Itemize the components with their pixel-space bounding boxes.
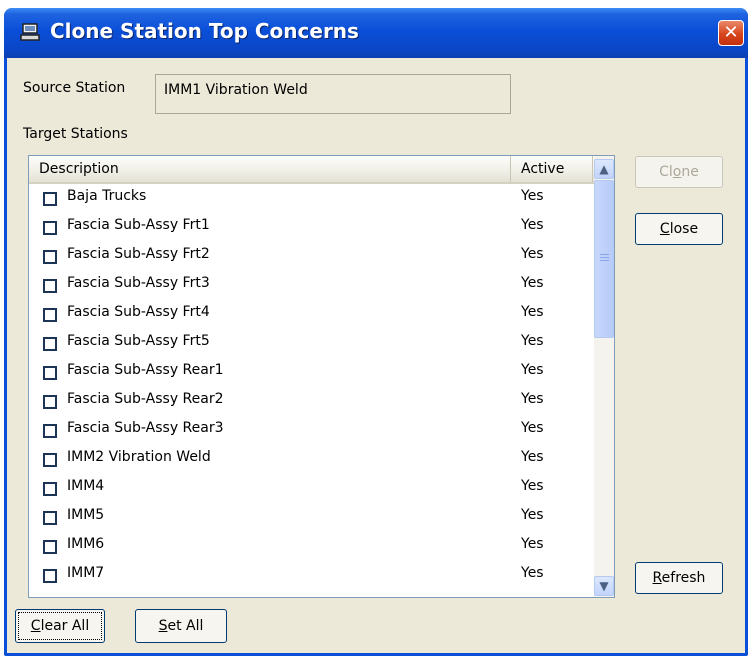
clone-button-label-rest: ne bbox=[681, 164, 699, 180]
set-all-button-label: et All bbox=[167, 618, 204, 634]
list-header: Description Active bbox=[29, 156, 614, 184]
row-active-status: Yes bbox=[521, 333, 544, 349]
row-active-status: Yes bbox=[521, 478, 544, 494]
row-description: Fascia Sub-Assy Rear1 bbox=[67, 362, 224, 378]
row-checkbox[interactable] bbox=[43, 395, 57, 409]
row-checkbox[interactable] bbox=[43, 221, 57, 235]
clone-station-dialog: Clone Station Top Concerns ✕ Source Stat… bbox=[4, 8, 748, 656]
row-active-status: Yes bbox=[521, 507, 544, 523]
column-header-description[interactable]: Description bbox=[29, 156, 511, 182]
row-active-status: Yes bbox=[521, 217, 544, 233]
window-title: Clone Station Top Concerns bbox=[50, 19, 359, 43]
row-checkbox[interactable] bbox=[43, 337, 57, 351]
set-all-button[interactable]: Set All bbox=[135, 609, 227, 643]
row-description: IMM4 bbox=[67, 478, 105, 494]
row-active-status: Yes bbox=[521, 362, 544, 378]
list-rows: Baja Trucks Yes Fascia Sub-Assy Frt1 Yes Fas… bbox=[29, 186, 594, 592]
source-station-field: IMM1 Vibration Weld bbox=[155, 74, 511, 114]
list-item[interactable]: IMM5 Yes bbox=[29, 505, 594, 534]
row-description: IMM2 Vibration Weld bbox=[67, 449, 211, 465]
clone-app-icon bbox=[20, 23, 40, 41]
vertical-scrollbar[interactable]: ▲ ▼ bbox=[594, 156, 614, 597]
row-description: Fascia Sub-Assy Rear2 bbox=[67, 391, 224, 407]
row-description: Fascia Sub-Assy Frt2 bbox=[67, 246, 210, 262]
row-checkbox[interactable] bbox=[43, 482, 57, 496]
clone-button-label: Cl bbox=[659, 164, 673, 180]
window-close-icon[interactable]: ✕ bbox=[718, 20, 744, 46]
list-item[interactable]: Fascia Sub-Assy Rear2 Yes bbox=[29, 389, 594, 418]
row-active-status: Yes bbox=[521, 275, 544, 291]
list-item[interactable]: Fascia Sub-Assy Frt3 Yes bbox=[29, 273, 594, 302]
list-item[interactable]: IMM2 Vibration Weld Yes bbox=[29, 447, 594, 476]
row-checkbox[interactable] bbox=[43, 511, 57, 525]
close-button[interactable]: Close bbox=[635, 213, 723, 245]
close-button-label: lose bbox=[669, 221, 699, 237]
row-checkbox[interactable] bbox=[43, 453, 57, 467]
list-item[interactable]: Fascia Sub-Assy Frt1 Yes bbox=[29, 215, 594, 244]
list-item[interactable]: Fascia Sub-Assy Frt2 Yes bbox=[29, 244, 594, 273]
row-description: Fascia Sub-Assy Rear3 bbox=[67, 420, 224, 436]
row-active-status: Yes bbox=[521, 536, 544, 552]
row-description: Fascia Sub-Assy Frt3 bbox=[67, 275, 210, 291]
list-item[interactable]: IMM4 Yes bbox=[29, 476, 594, 505]
row-checkbox[interactable] bbox=[43, 424, 57, 438]
close-button-mnemonic: C bbox=[659, 221, 670, 237]
column-header-active[interactable]: Active bbox=[511, 156, 593, 182]
row-active-status: Yes bbox=[521, 246, 544, 262]
list-item[interactable]: Fascia Sub-Assy Rear3 Yes bbox=[29, 418, 594, 447]
title-bar[interactable]: Clone Station Top Concerns ✕ bbox=[4, 8, 748, 58]
clone-button[interactable]: Clone bbox=[635, 156, 723, 188]
row-checkbox[interactable] bbox=[43, 192, 57, 206]
row-active-status: Yes bbox=[521, 420, 544, 436]
refresh-button[interactable]: Refresh bbox=[635, 562, 723, 594]
row-active-status: Yes bbox=[521, 449, 544, 465]
scroll-up-icon[interactable]: ▲ bbox=[594, 159, 614, 179]
refresh-button-mnemonic: R bbox=[652, 570, 662, 586]
scroll-thumb[interactable] bbox=[594, 180, 614, 338]
row-description: Fascia Sub-Assy Frt5 bbox=[67, 333, 210, 349]
row-active-status: Yes bbox=[521, 304, 544, 320]
clear-all-button-label: lear All bbox=[40, 618, 90, 634]
row-checkbox[interactable] bbox=[43, 308, 57, 322]
scroll-down-icon[interactable]: ▼ bbox=[594, 576, 614, 596]
row-checkbox[interactable] bbox=[43, 279, 57, 293]
row-active-status: Yes bbox=[521, 565, 544, 581]
row-active-status: Yes bbox=[521, 391, 544, 407]
list-item[interactable]: Baja Trucks Yes bbox=[29, 186, 594, 215]
row-description: Fascia Sub-Assy Frt1 bbox=[67, 217, 210, 233]
row-description: Fascia Sub-Assy Frt4 bbox=[67, 304, 210, 320]
source-station-value: IMM1 Vibration Weld bbox=[164, 82, 308, 98]
list-item[interactable]: IMM6 Yes bbox=[29, 534, 594, 563]
clear-all-button-mnemonic: C bbox=[30, 618, 41, 634]
list-item[interactable]: IMM7 Yes bbox=[29, 563, 594, 592]
row-description: IMM7 bbox=[67, 565, 105, 581]
row-checkbox[interactable] bbox=[43, 250, 57, 264]
refresh-button-label: efresh bbox=[661, 570, 706, 586]
target-stations-list[interactable]: Description Active Baja Trucks Yes Fascia … bbox=[28, 155, 615, 598]
row-description: IMM5 bbox=[67, 507, 105, 523]
list-item[interactable]: Fascia Sub-Assy Frt5 Yes bbox=[29, 331, 594, 360]
thumb-grip bbox=[600, 260, 609, 261]
row-checkbox[interactable] bbox=[43, 366, 57, 380]
row-description: Baja Trucks bbox=[67, 188, 147, 204]
target-stations-label: Target Stations bbox=[23, 126, 128, 142]
source-station-label: Source Station bbox=[23, 80, 126, 96]
thumb-grip bbox=[600, 257, 609, 258]
row-active-status: Yes bbox=[521, 188, 544, 204]
list-item[interactable]: Fascia Sub-Assy Rear1 Yes bbox=[29, 360, 594, 389]
row-checkbox[interactable] bbox=[43, 569, 57, 583]
clear-all-button[interactable]: Clear All bbox=[15, 609, 105, 643]
list-item[interactable]: Fascia Sub-Assy Frt4 Yes bbox=[29, 302, 594, 331]
row-checkbox[interactable] bbox=[43, 540, 57, 554]
row-description: IMM6 bbox=[67, 536, 105, 552]
thumb-grip bbox=[600, 254, 609, 255]
